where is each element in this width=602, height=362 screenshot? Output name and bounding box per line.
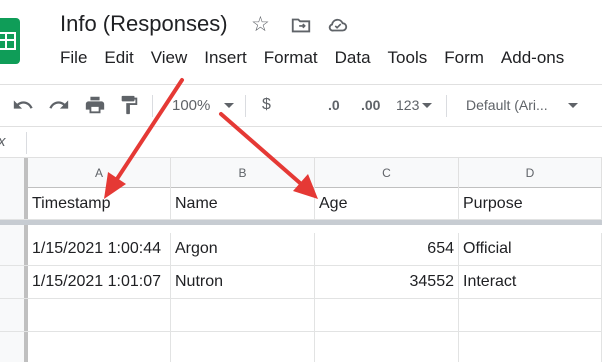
cell-timestamp[interactable]: 1/15/2021 1:00:44 bbox=[28, 233, 171, 265]
menu-form[interactable]: Form bbox=[444, 48, 484, 68]
row-header bbox=[0, 225, 28, 233]
toolbar-divider bbox=[446, 95, 447, 117]
cell-name[interactable]: Argon bbox=[171, 233, 315, 265]
formula-bar[interactable]: x bbox=[0, 126, 602, 158]
increase-decimal-button[interactable]: .00 bbox=[361, 93, 380, 117]
column-header-b[interactable]: B bbox=[171, 158, 315, 188]
document-title[interactable]: Info (Responses) bbox=[60, 11, 228, 37]
undo-icon[interactable] bbox=[12, 93, 34, 117]
column-header-c[interactable]: C bbox=[315, 158, 459, 188]
menu-data[interactable]: Data bbox=[335, 48, 371, 68]
cell-name[interactable]: Nutron bbox=[171, 266, 315, 298]
formula-divider bbox=[26, 132, 27, 154]
column-header-a[interactable]: A bbox=[28, 158, 171, 188]
spacer-row bbox=[0, 225, 602, 233]
menu-file[interactable]: File bbox=[60, 48, 87, 68]
print-icon[interactable] bbox=[84, 93, 106, 117]
font-select-value: Default (Ari... bbox=[466, 97, 548, 113]
row-header[interactable] bbox=[0, 233, 28, 265]
column-header-row: A B C D bbox=[0, 158, 602, 188]
column-header-d[interactable]: D bbox=[459, 158, 602, 188]
more-formats-label: 123 bbox=[396, 97, 420, 113]
menu-tools[interactable]: Tools bbox=[388, 48, 428, 68]
paint-format-icon[interactable] bbox=[118, 93, 140, 117]
menu-insert[interactable]: Insert bbox=[204, 48, 247, 68]
header-cell-purpose[interactable]: Purpose bbox=[459, 188, 602, 219]
spreadsheet-grid: A B C D Timestamp Name Age Purpose 1/15/… bbox=[0, 158, 602, 362]
decrease-decimal-button[interactable]: .0 bbox=[328, 93, 340, 117]
toolbar: 100% $ .0 .00 123 Default (Ari... bbox=[0, 84, 602, 124]
table-row bbox=[0, 299, 602, 332]
cell-purpose[interactable]: Official bbox=[459, 233, 602, 265]
header-cell-name[interactable]: Name bbox=[171, 188, 315, 219]
cell-purpose[interactable]: Interact bbox=[459, 266, 602, 298]
more-formats-select[interactable]: 123 bbox=[396, 93, 433, 117]
empty-cell[interactable] bbox=[28, 299, 171, 331]
chevron-down-icon bbox=[567, 102, 578, 108]
header-cell-timestamp[interactable]: Timestamp bbox=[28, 188, 171, 219]
formula-fx-icon: x bbox=[0, 133, 6, 150]
table-row bbox=[0, 332, 602, 362]
empty-cell[interactable] bbox=[459, 299, 602, 331]
empty-cell[interactable] bbox=[28, 332, 171, 362]
star-icon[interactable]: ☆ bbox=[251, 14, 273, 36]
cell-timestamp[interactable]: 1/15/2021 1:01:07 bbox=[28, 266, 171, 298]
chevron-down-icon bbox=[422, 102, 433, 108]
row-header[interactable] bbox=[0, 332, 28, 362]
row-header[interactable] bbox=[0, 299, 28, 331]
empty-cell[interactable] bbox=[315, 332, 459, 362]
menu-bar: File Edit View Insert Format Data Tools … bbox=[60, 48, 581, 68]
menu-add-ons[interactable]: Add-ons bbox=[501, 48, 564, 68]
toolbar-divider bbox=[245, 95, 246, 117]
table-row: 1/15/2021 1:01:07 Nutron 34552 Interact bbox=[0, 266, 602, 299]
menu-format[interactable]: Format bbox=[264, 48, 318, 68]
chevron-down-icon bbox=[224, 102, 235, 108]
empty-cell[interactable] bbox=[171, 299, 315, 331]
currency-format-button[interactable]: $ bbox=[262, 93, 271, 117]
table-row: Timestamp Name Age Purpose bbox=[0, 188, 602, 220]
redo-icon[interactable] bbox=[48, 93, 70, 117]
zoom-value: 100% bbox=[172, 96, 211, 114]
empty-cell[interactable] bbox=[459, 332, 602, 362]
cell-age[interactable]: 654 bbox=[315, 233, 459, 265]
menu-view[interactable]: View bbox=[151, 48, 188, 68]
zoom-select[interactable]: 100% bbox=[172, 93, 235, 117]
toolbar-divider bbox=[152, 95, 153, 117]
move-to-folder-icon[interactable] bbox=[290, 14, 312, 36]
sheets-logo[interactable] bbox=[0, 18, 20, 64]
sheets-grid-icon bbox=[0, 32, 16, 50]
cloud-status-icon[interactable] bbox=[327, 14, 349, 36]
row-header[interactable] bbox=[0, 188, 28, 219]
font-select[interactable]: Default (Ari... bbox=[466, 93, 578, 117]
select-all-corner[interactable] bbox=[0, 158, 28, 188]
empty-cell[interactable] bbox=[315, 299, 459, 331]
menu-edit[interactable]: Edit bbox=[104, 48, 133, 68]
table-row: 1/15/2021 1:00:44 Argon 654 Official bbox=[0, 233, 602, 266]
cell-age[interactable]: 34552 bbox=[315, 266, 459, 298]
row-header[interactable] bbox=[0, 266, 28, 298]
empty-cell[interactable] bbox=[171, 332, 315, 362]
header-cell-age[interactable]: Age bbox=[315, 188, 459, 219]
